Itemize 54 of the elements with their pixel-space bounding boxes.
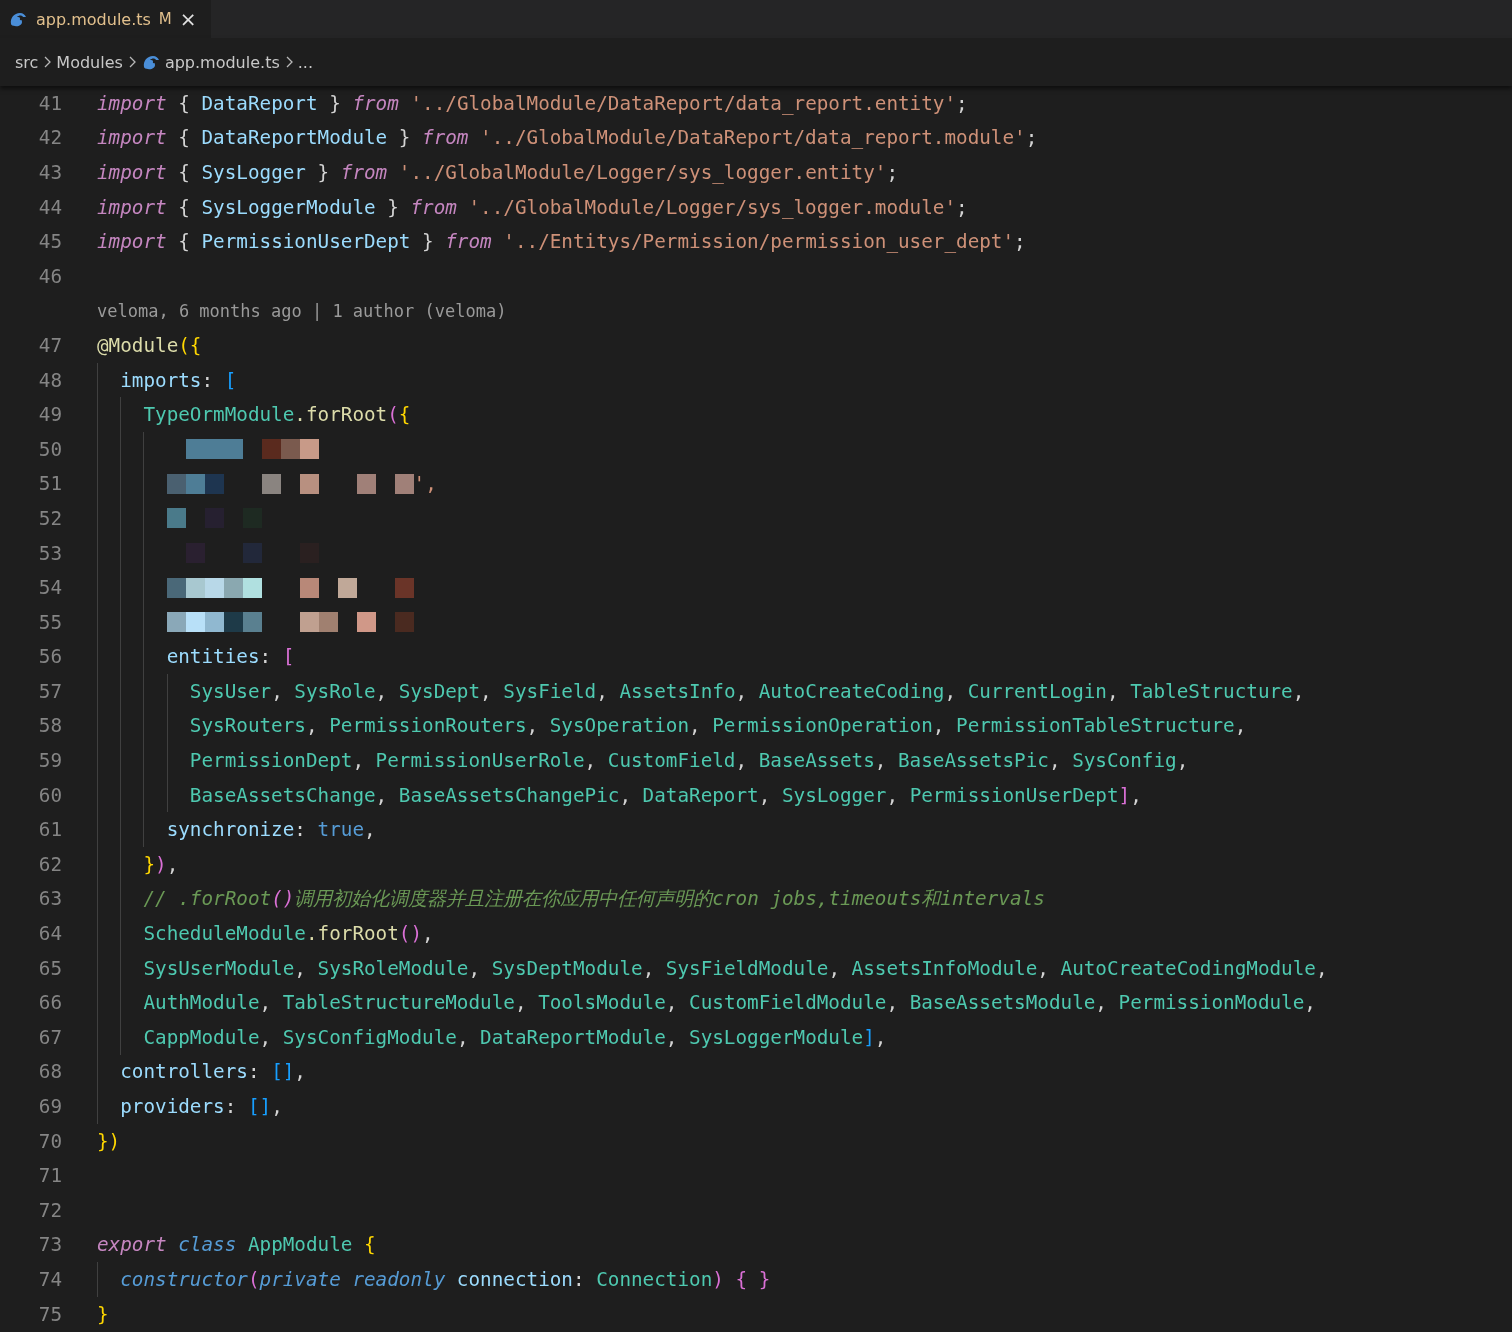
line-number: 52 <box>37 506 62 530</box>
line-number: 70 <box>37 1129 62 1153</box>
line-number: 56 <box>37 645 62 669</box>
blame-annotation[interactable]: veloma, 6 months ago | 1 author (veloma) <box>97 300 507 321</box>
line-number: 71 <box>37 1164 62 1188</box>
line-number: 64 <box>37 922 62 946</box>
editor-tab[interactable]: app.module.ts M × <box>0 0 211 38</box>
line-number: 53 <box>37 541 62 565</box>
line-number: 65 <box>37 956 62 980</box>
line-number: 60 <box>37 783 62 807</box>
line-number: 47 <box>37 333 62 357</box>
line-number: 62 <box>37 852 62 876</box>
line-number: 41 <box>37 91 62 115</box>
breadcrumb-item[interactable]: ... <box>297 52 313 72</box>
breadcrumb-item[interactable]: Modules <box>56 52 123 72</box>
code-line: import { SysLogger } from '../GlobalModule/Logger/sys_logger.entity'; <box>97 160 898 186</box>
line-number: 54 <box>37 576 62 600</box>
breadcrumb-item[interactable]: src <box>15 52 39 72</box>
line-number: 58 <box>37 714 62 738</box>
code-line: ', <box>413 472 437 496</box>
line-number: 67 <box>37 1025 62 1049</box>
line-number: 74 <box>37 1268 62 1291</box>
line-number: 43 <box>37 161 62 184</box>
line-number: 73 <box>37 1233 62 1257</box>
line-number: 59 <box>37 749 62 773</box>
line-number: 48 <box>37 368 62 392</box>
line-number: 63 <box>37 887 62 911</box>
line-number: 72 <box>37 1198 62 1222</box>
code-line: import { DataReport } from '../GlobalModule/DataReport/data_report.entity'; <box>97 90 968 117</box>
line-number: 57 <box>37 679 62 703</box>
breadcrumb-item[interactable]: app.module.ts <box>164 52 280 72</box>
code-line: } <box>97 1301 109 1328</box>
code-line: import { DataReportModule } from '../GlobalModule/DataReport/data_report.module'; <box>97 125 1038 152</box>
line-number: 44 <box>37 195 62 219</box>
chevron-right-icon <box>42 56 53 68</box>
modified-label: M <box>158 10 172 28</box>
line-number: 61 <box>37 818 62 842</box>
close-icon[interactable]: × <box>179 9 197 29</box>
line-number: 69 <box>37 1095 62 1118</box>
line-number: 45 <box>37 230 62 254</box>
line-number: 50 <box>37 437 62 461</box>
line-number: 46 <box>37 264 62 288</box>
line-number: 66 <box>37 991 62 1015</box>
code-line: @Module({ <box>97 332 202 359</box>
line-number: 51 <box>37 472 62 496</box>
code-line: export class AppModule { <box>97 1232 376 1259</box>
code-line: import { PermissionUserDept } from '../Entitys/Permission/permission_user_dept'; <box>97 229 1026 256</box>
line-number: 68 <box>37 1060 62 1084</box>
line-number: 42 <box>37 126 62 150</box>
line-number: 55 <box>37 610 62 634</box>
line-number: 49 <box>37 403 62 427</box>
code-line: }) <box>97 1128 121 1155</box>
line-number: 75 <box>37 1302 62 1326</box>
code-line: import { SysLoggerModule } from '../GlobalModule/Logger/sys_logger.module'; <box>97 194 968 221</box>
